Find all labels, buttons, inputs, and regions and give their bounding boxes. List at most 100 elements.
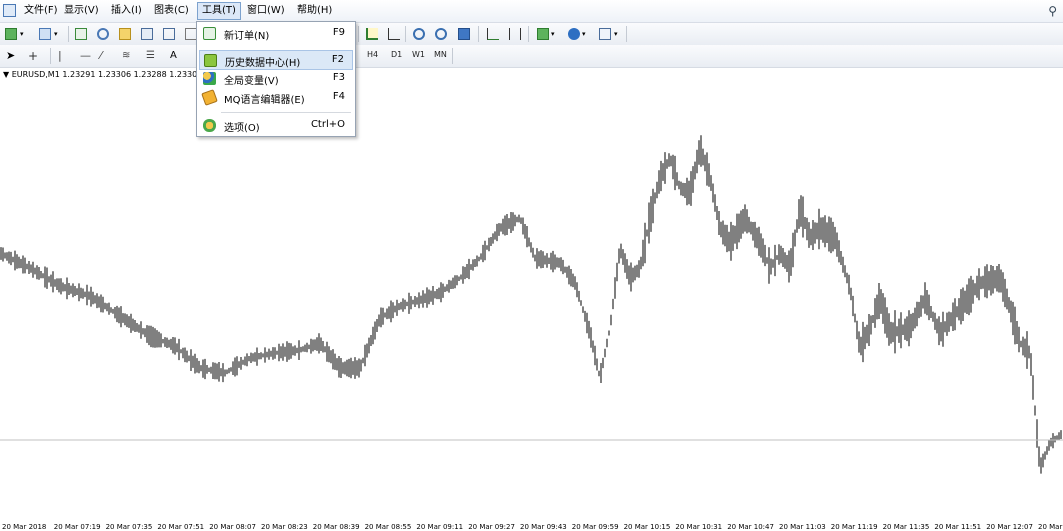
time-tick-label: 20 Mar 08:39 (312, 523, 360, 531)
chart-window-icon[interactable] (3, 4, 16, 17)
toolbar-separator (50, 48, 51, 64)
data-window-button[interactable] (95, 26, 111, 42)
terminal-button[interactable] (139, 26, 155, 42)
crosshair-icon[interactable]: + (28, 48, 44, 64)
timeframe-w1[interactable]: W1 (412, 50, 425, 59)
menu-item-shortcut: Ctrl+O (310, 119, 345, 130)
time-tick-label: 20 Mar 11:51 (934, 523, 982, 531)
time-tick-label: 20 Mar 10:31 (675, 523, 723, 531)
auto-scroll-icon[interactable] (485, 26, 501, 42)
time-tick-label: 20 Mar 09:11 (416, 523, 464, 531)
tile-windows-icon[interactable] (456, 26, 472, 42)
templates-icon[interactable] (597, 26, 613, 42)
time-tick-label: 20 Mar 2018 (2, 523, 47, 531)
toolbar-separator (68, 26, 69, 42)
menu-metaeditor[interactable]: MQ语言编辑器(E) F4 (199, 88, 353, 108)
menu-item-label: 选项(O) (224, 123, 260, 134)
timeframe-h4[interactable]: H4 (367, 50, 378, 59)
timeframe-mn[interactable]: MN (434, 50, 447, 59)
new-chart-dropdown-icon[interactable]: ▾ (20, 26, 36, 42)
zoom-in-icon[interactable] (411, 26, 427, 42)
time-tick-label: 20 Mar 07:35 (105, 523, 153, 531)
chart-window[interactable]: ▼ EURUSD,M1 1.23291 1.23306 1.23288 1.23… (0, 68, 1063, 518)
search-icon[interactable]: ⚲ (1048, 4, 1057, 18)
menu-item-shortcut: F2 (331, 54, 344, 65)
line-studies-toolbar: ➤ + | — ⁄ ≋ ☰ A H4 D1 W1 MN (0, 45, 1063, 68)
cursor-icon[interactable]: ➤ (6, 48, 22, 64)
time-tick-label: 20 Mar 07:51 (157, 523, 205, 531)
menu-history-center[interactable]: 历史数据中心(H) F2 (199, 50, 353, 70)
time-tick-label: 20 Mar 11:19 (830, 523, 878, 531)
time-axis: 20 Mar 2018 20 Mar 07:19 20 Mar 07:35 20 Ma… (0, 518, 1063, 531)
price-chart[interactable] (0, 68, 1063, 518)
options-icon (203, 119, 216, 132)
chart-collapse-icon[interactable]: ▼ (3, 70, 12, 79)
menu-bar: 文件(F) 显示(V) 插入(I) 图表(C) 工具(T) 窗口(W) 帮助(H… (0, 0, 1063, 23)
time-tick-label: 20 Mar 08:23 (261, 523, 308, 531)
chart-symbol-info: ▼ EURUSD,M1 1.23291 1.23306 1.23288 1.23… (3, 70, 202, 79)
history-center-icon (204, 54, 217, 67)
candlestick-chart-button[interactable] (386, 26, 402, 42)
navigator-button[interactable] (117, 26, 133, 42)
menu-charts[interactable]: 图表(C) (150, 3, 193, 19)
zoom-out-icon[interactable] (433, 26, 449, 42)
global-variables-icon (203, 72, 216, 85)
time-tick-label: 20 Mar 08:07 (209, 523, 256, 531)
horizontal-line-icon[interactable]: — (80, 48, 96, 64)
time-tick-label: 20 Mar 08:55 (364, 523, 412, 531)
time-tick-label: 20 Mar 12:23 (1038, 523, 1063, 531)
menu-global-variables[interactable]: 全局变量(V) F3 (199, 69, 353, 89)
toolbar-separator (626, 26, 627, 42)
menu-help[interactable]: 帮助(H) (293, 3, 336, 19)
new-chart-button[interactable] (3, 26, 19, 42)
menu-separator (221, 112, 351, 113)
menu-item-shortcut: F4 (332, 91, 345, 102)
menu-tools[interactable]: 工具(T) (197, 2, 241, 20)
metaeditor-icon (201, 89, 218, 106)
trendline-icon[interactable]: ⁄ (100, 48, 116, 64)
time-tick-label: 20 Mar 09:59 (571, 523, 619, 531)
time-tick-label: 20 Mar 11:03 (779, 523, 826, 531)
menu-file[interactable]: 文件(F) (20, 3, 62, 19)
toolbar-separator (405, 26, 406, 42)
time-tick-label: 20 Mar 07:19 (53, 523, 101, 531)
profiles-button[interactable] (37, 26, 53, 42)
tools-menu-dropdown: 新订单(N) F9 历史数据中心(H) F2 全局变量(V) F3 MQ语言编辑… (196, 21, 356, 137)
menu-new-order[interactable]: 新订单(N) F9 (199, 24, 353, 44)
menu-item-label: 新订单(N) (224, 31, 270, 42)
periods-dropdown-icon[interactable]: ▾ (582, 26, 598, 42)
time-tick-label: 20 Mar 11:35 (882, 523, 930, 531)
toolbar-separator (452, 48, 453, 64)
templates-dropdown-icon[interactable]: ▾ (614, 26, 630, 42)
timeframe-d1[interactable]: D1 (391, 50, 402, 59)
menu-options[interactable]: 选项(O) Ctrl+O (199, 116, 353, 136)
text-tool-icon[interactable]: A (170, 48, 186, 64)
equidistant-channel-icon[interactable]: ≋ (122, 48, 138, 64)
menu-item-shortcut: F3 (332, 72, 345, 83)
standard-toolbar: ▾ ▾ ▾ ▾ ▾ (0, 23, 1063, 46)
menu-view[interactable]: 显示(V) (60, 3, 103, 19)
chart-shift-icon[interactable] (507, 26, 523, 42)
menu-item-label: 全局变量(V) (224, 76, 279, 87)
time-tick-label: 20 Mar 12:07 (986, 523, 1033, 531)
toolbar-separator (528, 26, 529, 42)
vertical-line-icon[interactable]: | (58, 48, 74, 64)
time-tick-label: 20 Mar 09:27 (468, 523, 515, 531)
tester-button[interactable] (161, 26, 177, 42)
market-watch-button[interactable] (73, 26, 89, 42)
indicators-icon[interactable] (535, 26, 551, 42)
chart-info-text: EURUSD,M1 1.23291 1.23306 1.23288 1.2330… (11, 70, 203, 79)
menu-item-shortcut: F9 (332, 27, 345, 38)
indicators-dropdown-icon[interactable]: ▾ (551, 26, 567, 42)
menu-window[interactable]: 窗口(W) (243, 3, 289, 19)
toolbar-separator (358, 26, 359, 42)
toolbar-separator (478, 26, 479, 42)
menu-insert[interactable]: 插入(I) (107, 3, 146, 19)
time-tick-label: 20 Mar 10:47 (727, 523, 774, 531)
fibonacci-icon[interactable]: ☰ (146, 48, 162, 64)
menu-item-label: 历史数据中心(H) (225, 58, 301, 69)
time-tick-label: 20 Mar 09:43 (520, 523, 567, 531)
periods-clock-icon[interactable] (566, 26, 582, 42)
bar-chart-button[interactable] (364, 26, 380, 42)
menu-item-label: MQ语言编辑器(E) (224, 95, 305, 106)
